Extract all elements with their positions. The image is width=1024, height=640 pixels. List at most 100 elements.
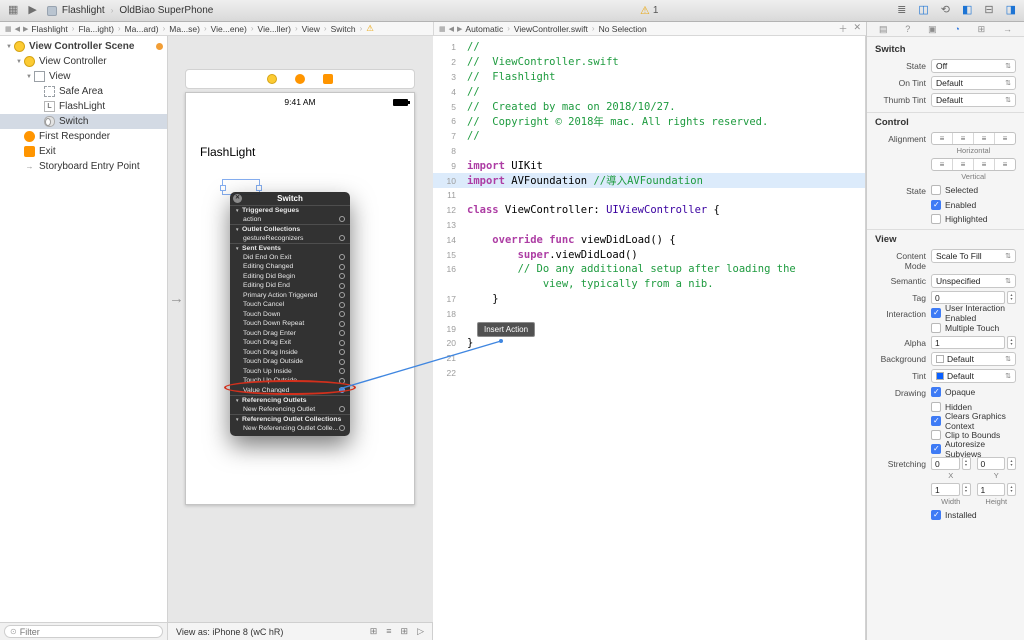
line-number[interactable]: 1	[433, 42, 467, 52]
code-line[interactable]: 6// Copyright © 2018年 mac. All rights re…	[433, 114, 865, 129]
flashlight-label[interactable]: FlashLight	[200, 145, 255, 159]
hud-item-new-referencing-outlet-colle[interactable]: New Referencing Outlet Colle...	[230, 424, 350, 434]
code-line[interactable]: 16 // Do any additional setup after load…	[433, 262, 865, 277]
hud-item-touch-down[interactable]: Touch Down	[230, 310, 350, 320]
jumpbar-warning-icon[interactable]: ⚠	[366, 23, 374, 34]
add-editor-icon[interactable]: ＋	[838, 22, 847, 35]
connection-well[interactable]	[339, 406, 345, 413]
connection-well[interactable]	[339, 368, 345, 375]
hud-item-editing-changed[interactable]: Editing Changed	[230, 262, 350, 272]
value-field[interactable]: 0	[976, 457, 1005, 470]
thumb-tint-dropdown[interactable]: Default ⇅	[931, 93, 1016, 107]
checkbox[interactable]	[931, 184, 941, 195]
forward-icon[interactable]: ▶	[23, 25, 28, 33]
line-number[interactable]: 21	[433, 353, 467, 363]
hud-item-primary-action-triggered[interactable]: Primary Action Triggered	[230, 291, 350, 301]
code-line[interactable]: 14 override func viewDidLoad() {	[433, 232, 865, 247]
hud-section-referencing-outlets[interactable]: ▼ Referencing Outlets	[230, 395, 350, 405]
issue-status[interactable]: ⚠ 1	[640, 4, 658, 17]
connections-inspector-tab[interactable]: →	[1003, 24, 1012, 34]
code-crumb-no-selection[interactable]: No Selection	[599, 24, 647, 34]
line-number[interactable]: 22	[433, 368, 467, 378]
ib-crumb-ma-se[interactable]: Ma...se)	[169, 24, 200, 34]
navigator-panel-toggle[interactable]: ◧	[962, 5, 972, 16]
state-dropdown[interactable]: Off ⇅	[931, 59, 1016, 73]
connection-well[interactable]	[339, 358, 345, 365]
window-tabs-icon[interactable]: ▦	[8, 5, 18, 16]
align-button[interactable]: ≡	[386, 626, 391, 637]
alignment-option-icon[interactable]: ≡	[995, 159, 1015, 170]
connection-well[interactable]	[339, 263, 345, 270]
hud-item-editing-did-begin[interactable]: Editing Did Begin	[230, 272, 350, 282]
connection-well[interactable]	[339, 273, 345, 280]
checkbox[interactable]	[931, 213, 941, 224]
filter-field[interactable]: ⊙	[4, 625, 163, 638]
back-icon[interactable]: ◀	[15, 25, 20, 33]
multiple-touch-checkbox[interactable]: Multiple Touch	[931, 322, 1016, 333]
alignment-option-icon[interactable]: ≡	[953, 133, 974, 144]
vertical-alignment-segmented[interactable]: ≡ ≡ ≡ ≡	[931, 158, 1016, 171]
hud-section-triggered-segues[interactable]: ▼ Triggered Segues	[230, 205, 350, 215]
line-number[interactable]: 3	[433, 72, 467, 82]
ib-crumb-vie-ene[interactable]: Vie...ene)	[211, 24, 247, 34]
code-editor[interactable]: 1//2// ViewController.swift 3// Flashligh…	[433, 36, 866, 640]
ib-crumb-ma-ard[interactable]: Ma...ard)	[125, 24, 159, 34]
ib-crumb-switch[interactable]: Switch	[331, 24, 356, 34]
line-number[interactable]: 9	[433, 161, 467, 171]
close-icon[interactable]: ✕	[233, 194, 242, 203]
on-tint-dropdown[interactable]: Default ⇅	[931, 76, 1016, 90]
code-crumb-automatic[interactable]: Automatic	[465, 24, 503, 34]
add-constraints-button[interactable]: ⊞	[401, 626, 409, 637]
hud-item-touch-up-inside[interactable]: Touch Up Inside	[230, 367, 350, 377]
code-line[interactable]: 13	[433, 218, 865, 233]
alignment-option-icon[interactable]: ≡	[974, 159, 995, 170]
hud-item-touch-drag-exit[interactable]: Touch Drag Exit	[230, 338, 350, 348]
code-line[interactable]: 17 }	[433, 292, 865, 307]
debug-panel-toggle[interactable]: ⊟	[984, 5, 993, 16]
ib-crumb-vie-ller[interactable]: Vie...ller)	[258, 24, 291, 34]
code-line[interactable]: 10 import AVFoundation //導入AVFoundation	[433, 173, 865, 188]
code-line[interactable]: 5// Created by mac on 2018/10/27.	[433, 99, 865, 114]
disclosure-icon[interactable]: ▼	[14, 59, 24, 65]
selected-checkbox[interactable]: Selected	[931, 184, 1016, 195]
code-line[interactable]: 20}	[433, 336, 865, 351]
scheme-selector[interactable]: Flashlight › OldBiao SuperPhone	[46, 5, 213, 16]
outline-item-view[interactable]: ▼ View	[0, 69, 167, 84]
value-field[interactable]: 1	[931, 483, 960, 496]
opaque-checkbox[interactable]: Opaque	[931, 386, 1016, 397]
outline-scene-header[interactable]: ▼ View Controller Scene	[0, 39, 167, 54]
ib-crumb-view[interactable]: View	[302, 24, 320, 34]
forward-icon[interactable]: ▶	[457, 25, 462, 33]
ib-crumb-fla-ight[interactable]: Fla...ight)	[78, 24, 113, 34]
outline-item-first-responder[interactable]: First Responder	[0, 129, 167, 144]
clears-graphics-context-checkbox[interactable]: Clears Graphics Context	[931, 411, 1016, 431]
inspector-panel-toggle[interactable]: ◨	[1006, 5, 1016, 16]
autoresize-subviews-checkbox[interactable]: Autoresize Subviews	[931, 439, 1016, 459]
code-line[interactable]: 9 import UIKit	[433, 158, 865, 173]
connection-well[interactable]	[339, 292, 345, 299]
stepper-control[interactable]: ▲ ▼	[961, 457, 971, 470]
connection-well[interactable]	[339, 320, 345, 327]
hud-item-gesturerecognizers[interactable]: gestureRecognizers	[230, 234, 350, 244]
outline-item-safe-area[interactable]: Safe Area	[0, 84, 167, 99]
code-line[interactable]: view, typically from a nib.	[433, 277, 865, 292]
line-number[interactable]: 6	[433, 116, 467, 126]
checkbox[interactable]	[931, 443, 941, 454]
line-number[interactable]: 20	[433, 338, 467, 348]
code-line[interactable]: 22	[433, 366, 865, 381]
connection-well[interactable]	[339, 235, 345, 242]
stepper-control[interactable]: ▲ ▼	[961, 483, 971, 496]
line-number[interactable]: 4	[433, 87, 467, 97]
connection-well[interactable]	[339, 425, 345, 432]
checkbox[interactable]	[931, 322, 941, 333]
outline-item-switch[interactable]: Switch	[0, 114, 167, 129]
code-line[interactable]: 12 class ViewController: UIViewController…	[433, 203, 865, 218]
line-number[interactable]: 13	[433, 220, 467, 230]
stepper-down-icon[interactable]: ▼	[964, 489, 967, 494]
alignment-option-icon[interactable]: ≡	[974, 133, 995, 144]
stepper-control[interactable]: ▲ ▼	[1007, 483, 1016, 496]
line-number[interactable]: 11	[433, 190, 467, 200]
stepper-down-icon[interactable]: ▼	[1010, 489, 1013, 494]
view-controller-icon[interactable]	[267, 74, 277, 84]
outline-item-storyboard-entry-point[interactable]: → Storyboard Entry Point	[0, 159, 167, 174]
